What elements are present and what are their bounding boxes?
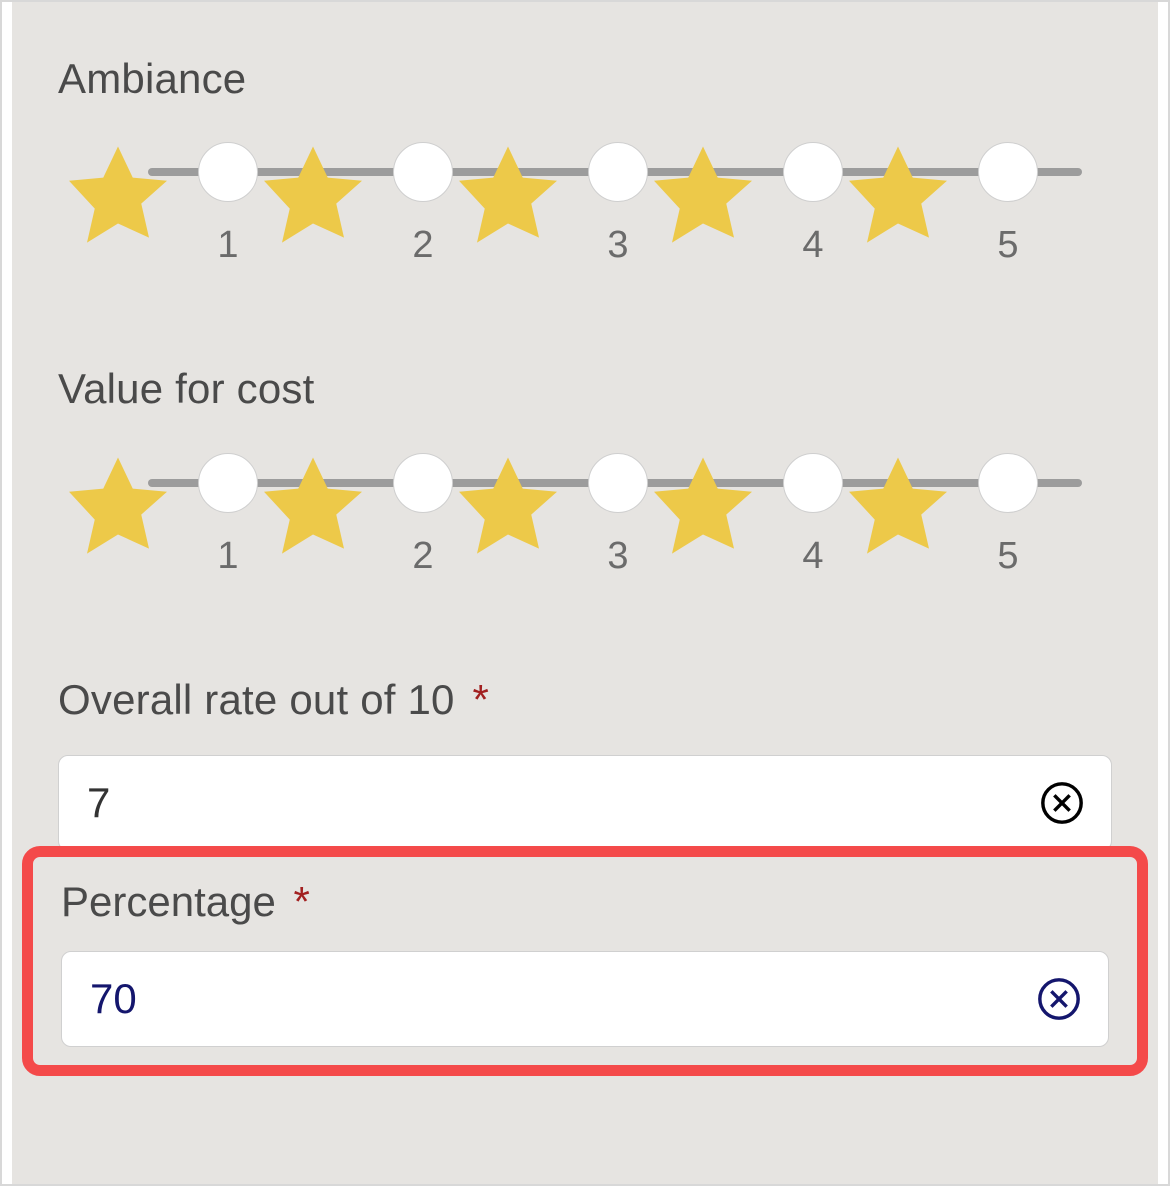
rating-handle-5[interactable] — [978, 142, 1038, 202]
rating-number: 2 — [403, 535, 443, 578]
rating-number: 2 — [403, 224, 443, 267]
rating-handle-2[interactable] — [393, 453, 453, 513]
required-marker: * — [473, 676, 490, 723]
ambiance-field: Ambiance 1 2 — [58, 54, 1112, 274]
clear-icon[interactable] — [1036, 976, 1082, 1022]
overall-rate-input[interactable] — [85, 756, 1039, 850]
ambiance-label: Ambiance — [58, 54, 1112, 104]
rating-number: 5 — [988, 535, 1028, 578]
rating-number: 1 — [208, 224, 248, 267]
percentage-label-text: Percentage — [61, 878, 276, 925]
overall-rate-field: Overall rate out of 10 * — [58, 675, 1112, 851]
rating-number: 5 — [988, 224, 1028, 267]
rating-number: 4 — [793, 535, 833, 578]
rating-number: 1 — [208, 535, 248, 578]
percentage-field-highlighted: Percentage * — [22, 846, 1148, 1076]
overall-rate-label-text: Overall rate out of 10 — [58, 676, 455, 723]
rating-number: 3 — [598, 224, 638, 267]
required-marker: * — [294, 878, 310, 925]
form-panel: Ambiance 1 2 — [58, 2, 1112, 851]
rating-handle-1[interactable] — [198, 142, 258, 202]
value-for-cost-star-row[interactable]: 1 2 3 4 — [58, 445, 1112, 585]
percentage-label: Percentage * — [61, 877, 1109, 927]
rating-handle-3[interactable] — [588, 142, 648, 202]
overall-rate-input-wrap[interactable] — [58, 755, 1112, 851]
form-background: Ambiance 1 2 — [12, 2, 1158, 1184]
rating-handle-4[interactable] — [783, 142, 843, 202]
rating-handle-1[interactable] — [198, 453, 258, 513]
rating-handle-2[interactable] — [393, 142, 453, 202]
overall-rate-label: Overall rate out of 10 * — [58, 675, 1112, 725]
ambiance-star-row[interactable]: 1 2 3 4 — [58, 134, 1112, 274]
value-for-cost-field: Value for cost 1 2 — [58, 364, 1112, 584]
screen-frame: Ambiance 1 2 — [0, 0, 1170, 1186]
rating-number: 3 — [598, 535, 638, 578]
percentage-input[interactable] — [88, 952, 1036, 1046]
value-for-cost-label: Value for cost — [58, 364, 1112, 414]
rating-number: 4 — [793, 224, 833, 267]
percentage-input-wrap[interactable] — [61, 951, 1109, 1047]
rating-handle-4[interactable] — [783, 453, 843, 513]
rating-handle-5[interactable] — [978, 453, 1038, 513]
rating-handle-3[interactable] — [588, 453, 648, 513]
clear-icon[interactable] — [1039, 780, 1085, 826]
